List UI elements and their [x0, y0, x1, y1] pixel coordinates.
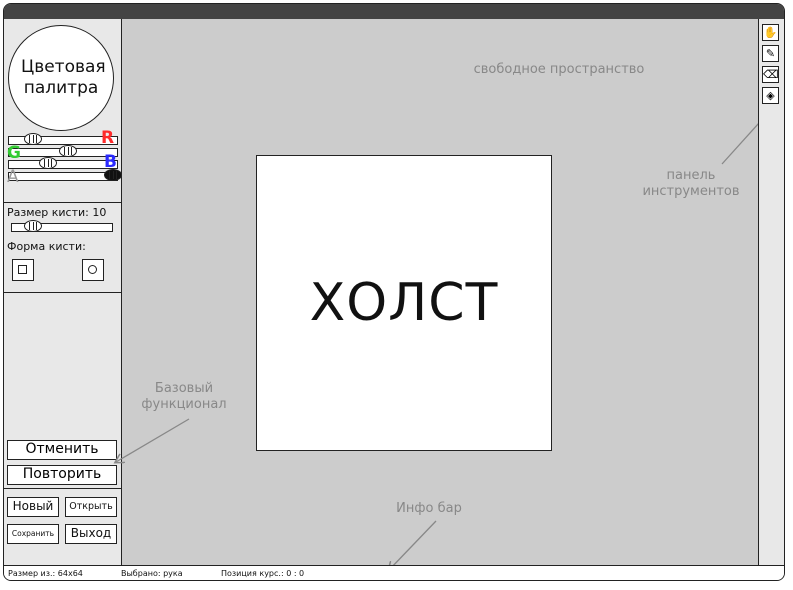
app-window: Цветовая палитра R G B A Размер кисти: 1… — [3, 3, 785, 581]
fill-bucket-icon: ◈ — [766, 89, 775, 102]
red-slider-knob[interactable] — [24, 133, 42, 145]
brush-size-value: 10 — [92, 206, 107, 219]
round-brush-button[interactable] — [82, 259, 104, 281]
green-slider-knob[interactable] — [59, 145, 77, 157]
red-channel-label: R — [101, 128, 115, 148]
alpha-slider[interactable] — [8, 172, 118, 181]
color-section: Цветовая палитра R G B A — [4, 19, 122, 203]
new-button[interactable]: Новый — [7, 497, 59, 517]
open-button[interactable]: Открыть — [65, 497, 117, 517]
title-bar — [4, 4, 784, 19]
info-bar: Размер из.: 64х64 Выбрано: рука Позиция … — [4, 565, 784, 580]
tool-panel: ✋ ✎ ⌫ ◈ — [758, 19, 784, 565]
alpha-channel-label: A — [7, 167, 19, 187]
square-brush-button[interactable] — [12, 259, 34, 281]
base-functional-annotation: Базовый функционал — [141, 381, 227, 412]
left-panel: Цветовая палитра R G B A Размер кисти: 1… — [4, 19, 122, 565]
color-palette-label: Цветовая палитра — [21, 57, 106, 98]
drawing-canvas[interactable]: ХОЛСТ — [256, 155, 552, 451]
save-button[interactable]: Сохранить — [7, 524, 59, 544]
eraser-icon: ⌫ — [763, 68, 779, 81]
blue-slider-knob[interactable] — [39, 157, 57, 169]
arrow-to-undo-redo — [116, 418, 190, 462]
brush-section: Размер кисти: 10 Форма кисти: — [4, 203, 121, 293]
brush-size-knob[interactable] — [24, 220, 42, 232]
selected-tool-text: Выбрано: рука — [121, 569, 183, 578]
redo-button[interactable]: Повторить — [7, 465, 117, 485]
circle-icon — [88, 265, 97, 274]
pencil-icon: ✎ — [765, 47, 776, 60]
arrow-to-info-bar — [389, 520, 437, 570]
exit-button[interactable]: Выход — [65, 524, 117, 544]
cursor-position-text: Позиция курс.: 0 : 0 — [221, 569, 305, 578]
fill-tool-button[interactable]: ◈ — [762, 87, 779, 104]
divider — [4, 488, 121, 489]
pencil-tool-button[interactable]: ✎ — [762, 45, 779, 62]
square-icon — [18, 265, 27, 274]
color-palette[interactable]: Цветовая палитра — [8, 25, 114, 131]
free-space-annotation: свободное пространство — [473, 62, 645, 77]
undo-button[interactable]: Отменить — [7, 440, 117, 460]
hand-tool-button[interactable]: ✋ — [762, 24, 779, 41]
toolbar-annotation: панель инструментов — [642, 168, 740, 199]
brush-size-label: Размер кисти: 10 — [7, 206, 107, 219]
blue-slider[interactable] — [8, 160, 118, 169]
hand-icon: ✋ — [763, 26, 778, 39]
alpha-slider-knob[interactable] — [104, 169, 122, 181]
info-bar-annotation: Инфо бар — [396, 501, 462, 516]
image-size-text: Размер из.: 64х64 — [8, 569, 83, 578]
eraser-tool-button[interactable]: ⌫ — [762, 66, 779, 83]
brush-shape-label: Форма кисти: — [7, 240, 86, 253]
canvas-label: ХОЛСТ — [309, 273, 499, 333]
